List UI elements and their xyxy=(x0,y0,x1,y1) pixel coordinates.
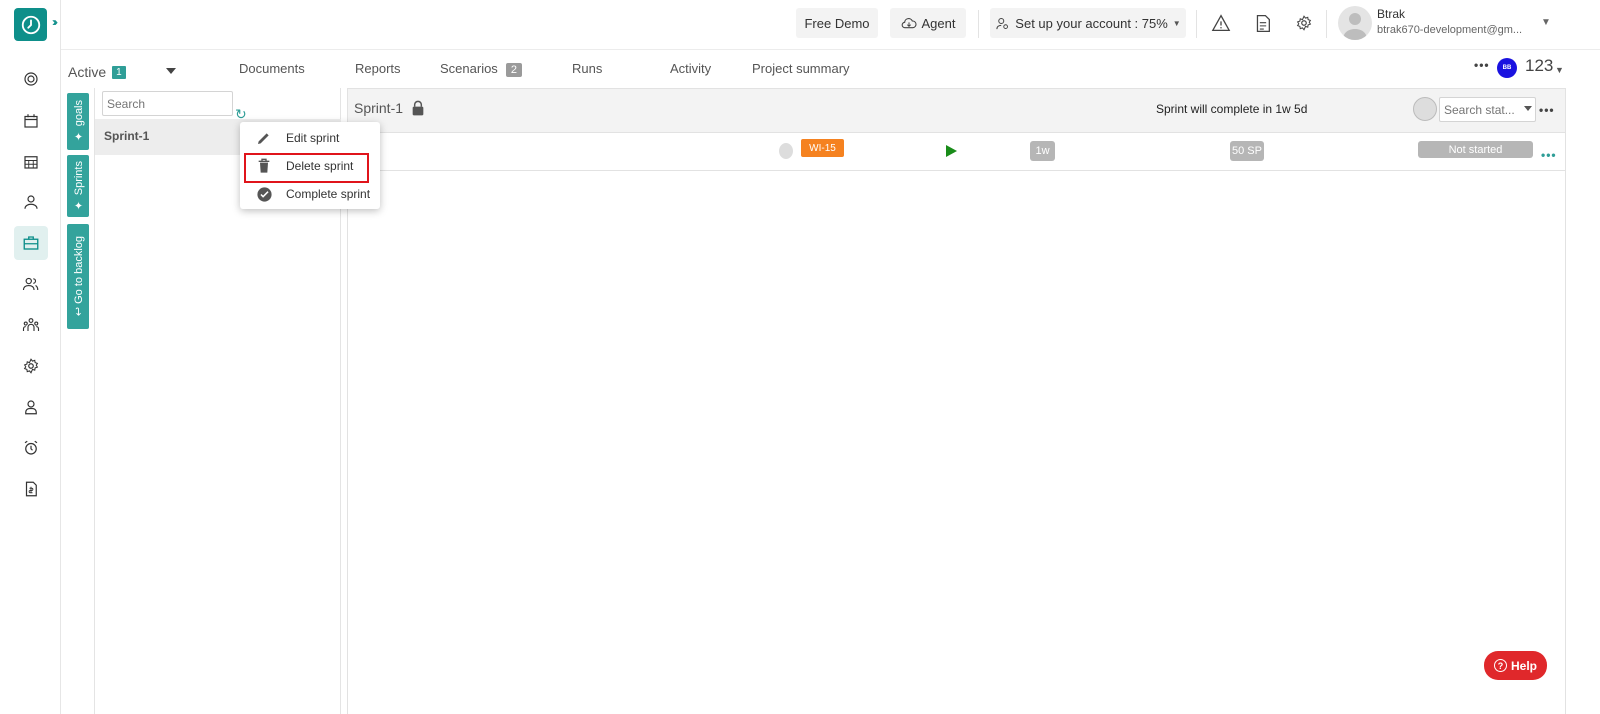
question-icon: ? xyxy=(1493,659,1507,672)
agent-button[interactable]: Agent xyxy=(890,8,966,38)
divider xyxy=(978,10,979,38)
briefcase-icon[interactable] xyxy=(14,226,48,260)
calendar-grid-icon[interactable] xyxy=(14,145,48,179)
more-options-icon[interactable]: ••• xyxy=(1474,58,1490,72)
sprint-filter-label: Active xyxy=(68,64,107,80)
warning-icon[interactable] xyxy=(1210,12,1232,34)
lock-icon[interactable] xyxy=(411,100,425,116)
sprint-header: Sprint-1 Sprint will complete in 1w 5d •… xyxy=(348,89,1565,133)
sprints-side-tab-label: Sprints xyxy=(72,160,85,196)
document-icon[interactable] xyxy=(1252,12,1274,34)
sprint-completion-text: Sprint will complete in 1w 5d xyxy=(1156,102,1308,116)
go-to-backlog-side-tab[interactable]: ↩ Go to backlog xyxy=(67,224,89,329)
user-email: btrak670-development@gm... xyxy=(1377,24,1523,36)
chevron-down-icon[interactable]: ▼ xyxy=(1555,65,1564,75)
tab-scenarios-label: Scenarios xyxy=(440,61,498,76)
divider xyxy=(1196,10,1197,38)
edit-sprint-menu-item[interactable]: Edit sprint xyxy=(240,125,380,151)
sprint-name: Sprint-1 xyxy=(104,129,150,143)
gear-icon[interactable] xyxy=(14,349,48,383)
user-name: Btrak xyxy=(1377,7,1406,21)
dashboard-icon[interactable] xyxy=(14,62,48,96)
delete-sprint-label: Delete sprint xyxy=(286,159,354,173)
pencil-icon xyxy=(254,130,274,146)
help-label: Help xyxy=(1510,658,1537,673)
invoice-icon[interactable] xyxy=(14,472,48,506)
sprint-search-input[interactable] xyxy=(102,91,233,116)
agent-label: Agent xyxy=(921,15,956,31)
goals-side-tab-label: goals xyxy=(72,100,85,127)
complete-sprint-label: Complete sprint xyxy=(286,187,371,201)
avatar[interactable] xyxy=(1413,97,1437,121)
work-item-badge[interactable]: WI-15 xyxy=(801,139,844,157)
user-icon[interactable] xyxy=(14,185,48,219)
story-points-badge: 50 SP xyxy=(1230,141,1264,161)
sprint-filter-select[interactable]: Active 1 xyxy=(68,64,126,80)
tab-runs[interactable]: Runs xyxy=(572,61,602,76)
divider xyxy=(1326,10,1327,38)
arrow-icon: ↩ xyxy=(72,304,85,317)
avatar[interactable] xyxy=(1338,6,1372,40)
row-more-options-icon[interactable]: ••• xyxy=(1541,148,1557,162)
chevron-down-icon: ▼ xyxy=(1172,18,1181,28)
sprint-context-menu: Edit sprint Delete sprint Complete sprin… xyxy=(240,122,380,209)
sprint-title-text: Sprint-1 xyxy=(354,100,404,116)
cloud-icon xyxy=(901,18,917,29)
chevron-down-icon[interactable]: ▼ xyxy=(1541,17,1551,28)
check-circle-icon xyxy=(254,186,274,203)
profile-icon[interactable] xyxy=(14,390,48,424)
tab-project-summary[interactable]: Project summary xyxy=(752,61,850,76)
pin-icon: ✦ xyxy=(72,195,85,212)
project-avatar[interactable]: BB xyxy=(1497,58,1517,78)
team-icon[interactable] xyxy=(14,308,48,342)
users-icon[interactable] xyxy=(14,267,48,301)
complete-sprint-menu-item[interactable]: Complete sprint xyxy=(240,181,380,207)
tab-activity[interactable]: Activity xyxy=(670,61,711,76)
scenarios-count-badge: 2 xyxy=(505,63,522,77)
sprint-detail-panel: Sprint-1 Sprint will complete in 1w 5d •… xyxy=(347,88,1566,714)
active-count-badge: 1 xyxy=(112,65,126,79)
expand-nav-icon[interactable]: ››› xyxy=(52,15,58,29)
top-bar: Free Demo Agent Set up your account : 75… xyxy=(61,0,1600,50)
go-to-backlog-label: Go to backlog xyxy=(72,236,85,305)
sprint-title: Sprint-1 xyxy=(354,100,425,116)
status-badge[interactable]: Not started xyxy=(1418,141,1533,158)
left-nav-rail: ››› xyxy=(0,0,61,714)
alarm-icon[interactable] xyxy=(14,431,48,465)
side-tab-strip: ✦ goals ✦ Sprints ↩ Go to backlog xyxy=(61,88,95,714)
tab-reports[interactable]: Reports xyxy=(355,61,401,76)
help-button[interactable]: ? Help xyxy=(1484,651,1547,680)
assignee-avatar[interactable] xyxy=(779,143,793,159)
sprints-side-tab[interactable]: ✦ Sprints xyxy=(67,155,89,217)
duration-badge: 1w xyxy=(1030,141,1055,161)
caret-down-icon[interactable] xyxy=(166,68,176,74)
settings-icon[interactable] xyxy=(1293,12,1315,34)
delete-sprint-menu-item[interactable]: Delete sprint xyxy=(240,153,380,179)
free-demo-label: Free Demo xyxy=(804,15,870,31)
setup-account-button[interactable]: Set up your account : 75% ▼ xyxy=(990,8,1186,38)
pin-icon: ✦ xyxy=(72,126,85,143)
tab-scenarios[interactable]: Scenarios 2 xyxy=(440,61,522,77)
more-options-icon[interactable]: ••• xyxy=(1539,103,1555,117)
edit-sprint-label: Edit sprint xyxy=(286,131,340,145)
tab-documents[interactable]: Documents xyxy=(239,61,305,76)
goals-side-tab[interactable]: ✦ goals xyxy=(67,93,89,150)
setup-account-label: Set up your account : 75% xyxy=(1015,15,1168,31)
clock-logo-icon[interactable] xyxy=(14,8,47,41)
table-row[interactable]: WI-15 1w 50 SP Not started ••• xyxy=(348,133,1565,171)
trash-icon xyxy=(254,158,274,174)
project-selector[interactable]: 123 xyxy=(1525,56,1553,76)
caret-down-icon[interactable] xyxy=(1524,106,1532,111)
free-demo-button[interactable]: Free Demo xyxy=(796,8,878,38)
play-icon[interactable] xyxy=(946,145,957,157)
calendar-icon[interactable] xyxy=(14,104,48,138)
status-search-input[interactable] xyxy=(1439,97,1536,122)
person-cog-icon xyxy=(996,17,1009,29)
